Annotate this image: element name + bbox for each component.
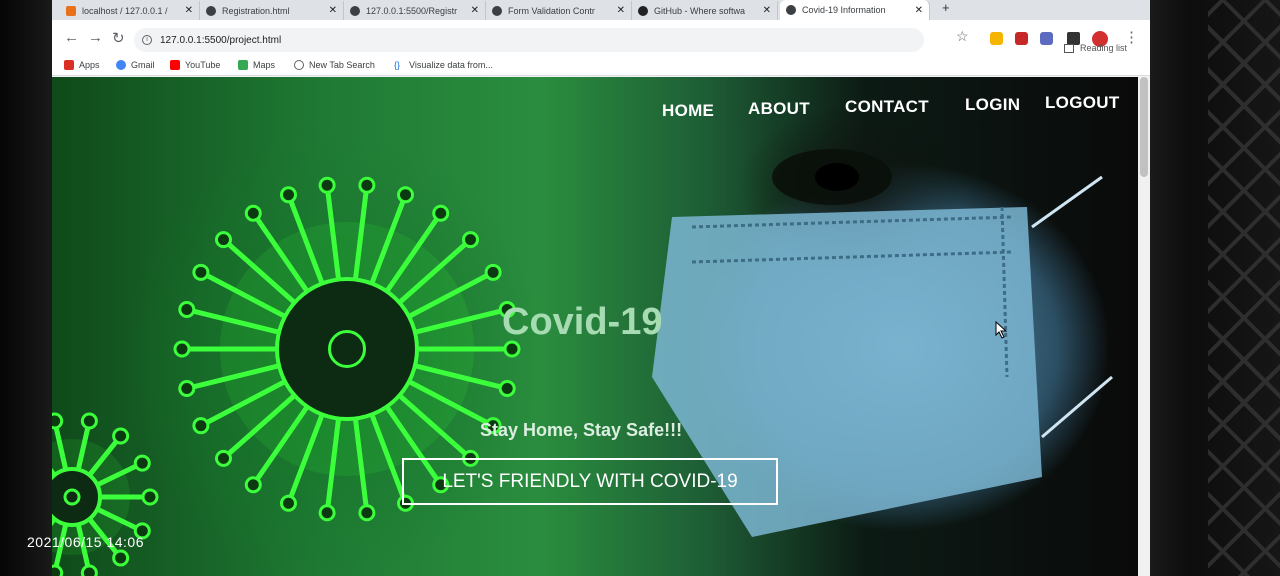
cta-button[interactable]: LET'S FRIENDLY WITH COVID-19 <box>402 458 778 505</box>
tab-title: 127.0.0.1:5500/Registr <box>366 5 458 16</box>
photo-timestamp: 2021/06/15 14:06 <box>27 534 144 550</box>
apps-grid-icon <box>64 60 74 70</box>
reading-list-icon <box>1064 43 1074 53</box>
github-icon <box>638 5 648 16</box>
phpmyadmin-icon <box>66 5 76 16</box>
back-arrow-icon[interactable]: ← <box>64 29 79 46</box>
bookmark-label: Apps <box>79 60 100 70</box>
covid-landing-page: HOME ABOUT CONTACT LOGIN LOGOUT Covid-19… <box>52 77 1138 576</box>
tab-registr-local[interactable]: 127.0.0.1:5500/Registr ✕ <box>344 1 486 20</box>
nav-home[interactable]: HOME <box>662 101 714 121</box>
forward-arrow-icon[interactable]: → <box>88 29 103 46</box>
url-text: 127.0.0.1:5500/project.html <box>160 34 282 46</box>
mouse-cursor-icon <box>995 321 1008 339</box>
hero-tagline: Stay Home, Stay Safe!!! <box>480 420 683 440</box>
close-icon[interactable]: ✕ <box>329 5 337 16</box>
globe-icon <box>786 5 796 15</box>
nav-logout[interactable]: LOGOUT <box>1045 93 1120 113</box>
bookmark-label: New Tab Search <box>309 60 375 70</box>
bookmark-label: Gmail <box>131 60 155 70</box>
bookmark-label: Maps <box>253 60 276 70</box>
tab-registration[interactable]: Registration.html ✕ <box>200 1 344 20</box>
bookmark-label: Visualize data from... <box>409 60 493 70</box>
youtube-icon <box>170 60 180 70</box>
tab-github[interactable]: GitHub - Where softwa ✕ <box>632 1 778 20</box>
bookmark-new-tab-search[interactable]: New Tab Search <box>294 60 375 70</box>
bookmarks-bar: Apps Gmail YouTube Maps New Tab Search {… <box>52 56 1150 76</box>
monitor-bezel-right <box>1150 0 1280 576</box>
bookmark-gmail[interactable]: Gmail <box>116 60 155 70</box>
nav-about[interactable]: ABOUT <box>748 99 810 119</box>
browser-toolbar: ← → ↻ i 127.0.0.1:5500/project.html ☆ ⋮ <box>52 20 1150 56</box>
tab-title: Covid-19 Information <box>802 5 886 15</box>
extension-red-icon[interactable] <box>1015 32 1028 45</box>
tab-localhost[interactable]: localhost / 127.0.0.1 / ✕ <box>60 1 200 20</box>
tab-title: GitHub - Where softwa <box>654 5 746 16</box>
bookmark-apps[interactable]: Apps <box>64 60 100 70</box>
nav-contact[interactable]: CONTACT <box>845 97 929 117</box>
virus-particle-small <box>52 412 159 576</box>
scroll-thumb[interactable] <box>1140 77 1148 177</box>
maps-icon <box>238 60 248 70</box>
tab-title: localhost / 127.0.0.1 / <box>82 5 168 16</box>
extension-edit-icon[interactable] <box>1040 32 1053 45</box>
tab-strip: localhost / 127.0.0.1 / ✕ Registration.h… <box>52 0 1150 20</box>
close-icon[interactable]: ✕ <box>617 5 625 16</box>
tab-title: Form Validation Contr <box>508 5 595 16</box>
monitor-bezel-left <box>0 0 58 576</box>
page-scrollbar[interactable] <box>1138 77 1150 576</box>
browser-window: localhost / 127.0.0.1 / ✕ Registration.h… <box>52 0 1150 576</box>
google-icon <box>116 60 126 70</box>
site-info-icon[interactable]: i <box>142 35 152 45</box>
bookmark-label: YouTube <box>185 60 221 70</box>
bookmark-visualize-data[interactable]: {} Visualize data from... <box>394 60 493 70</box>
tab-title: Registration.html <box>222 5 290 16</box>
globe-icon <box>492 5 502 16</box>
search-icon <box>294 60 304 70</box>
globe-icon <box>206 5 216 16</box>
extension-notes-icon[interactable] <box>990 32 1003 45</box>
address-bar[interactable]: i 127.0.0.1:5500/project.html <box>134 28 924 52</box>
reading-list-label: Reading list <box>1080 43 1128 53</box>
bookmark-star-icon[interactable]: ☆ <box>956 28 969 45</box>
nav-login[interactable]: LOGIN <box>965 95 1020 115</box>
close-icon[interactable]: ✕ <box>471 5 479 16</box>
hero-title: Covid-19 <box>502 301 663 343</box>
reading-list-button[interactable]: Reading list <box>1064 43 1127 53</box>
code-brackets-icon: {} <box>394 60 401 70</box>
tab-form-validation[interactable]: Form Validation Contr ✕ <box>486 1 632 20</box>
background-grid <box>1208 0 1280 576</box>
new-tab-button[interactable]: + <box>942 0 950 15</box>
globe-icon <box>350 5 360 16</box>
reload-icon[interactable]: ↻ <box>112 29 125 47</box>
close-icon[interactable]: ✕ <box>915 5 923 16</box>
bookmark-youtube[interactable]: YouTube <box>170 60 220 70</box>
bookmark-maps[interactable]: Maps <box>238 60 275 70</box>
close-icon[interactable]: ✕ <box>763 5 771 16</box>
close-icon[interactable]: ✕ <box>185 5 193 16</box>
tab-covid-active[interactable]: Covid-19 Information ✕ <box>780 0 930 20</box>
